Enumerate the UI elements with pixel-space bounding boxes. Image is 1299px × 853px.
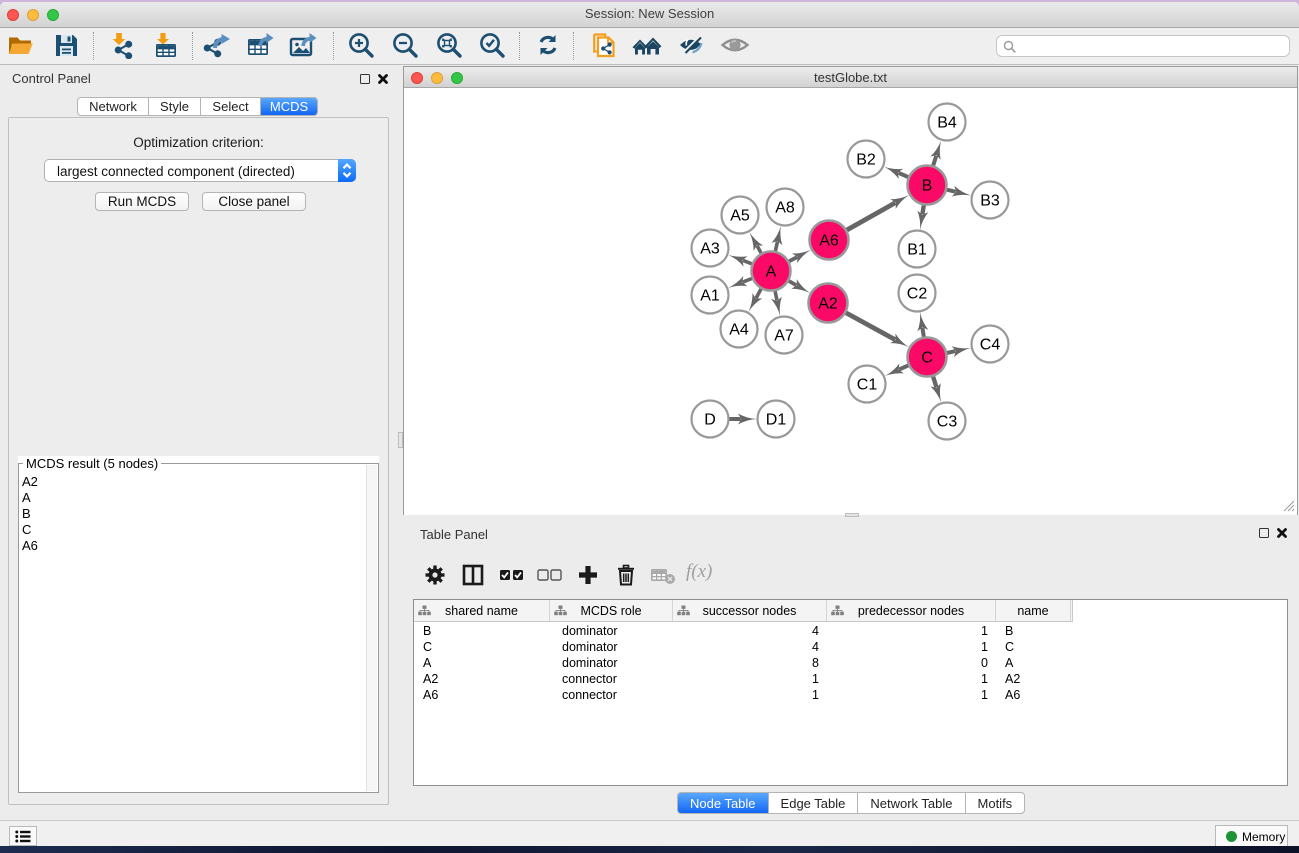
svg-text:A8: A8	[775, 200, 795, 217]
svg-text:A6: A6	[819, 233, 839, 250]
svg-text:A7: A7	[774, 328, 794, 345]
svg-text:B1: B1	[907, 242, 927, 259]
svg-text:A: A	[766, 264, 777, 281]
svg-text:C4: C4	[980, 337, 1001, 354]
svg-text:B3: B3	[980, 193, 1000, 210]
svg-text:C3: C3	[937, 414, 958, 431]
svg-text:D1: D1	[766, 412, 787, 429]
svg-text:B: B	[922, 178, 933, 195]
svg-text:C: C	[921, 350, 933, 367]
svg-text:B2: B2	[856, 152, 876, 169]
svg-text:C2: C2	[907, 286, 928, 303]
svg-text:D: D	[704, 412, 716, 429]
svg-text:B4: B4	[937, 115, 957, 132]
svg-text:A2: A2	[818, 296, 838, 313]
svg-text:C1: C1	[857, 377, 878, 394]
svg-text:A1: A1	[700, 288, 720, 305]
svg-text:A3: A3	[700, 241, 720, 258]
svg-text:A4: A4	[729, 322, 749, 339]
svg-text:A5: A5	[730, 208, 750, 225]
